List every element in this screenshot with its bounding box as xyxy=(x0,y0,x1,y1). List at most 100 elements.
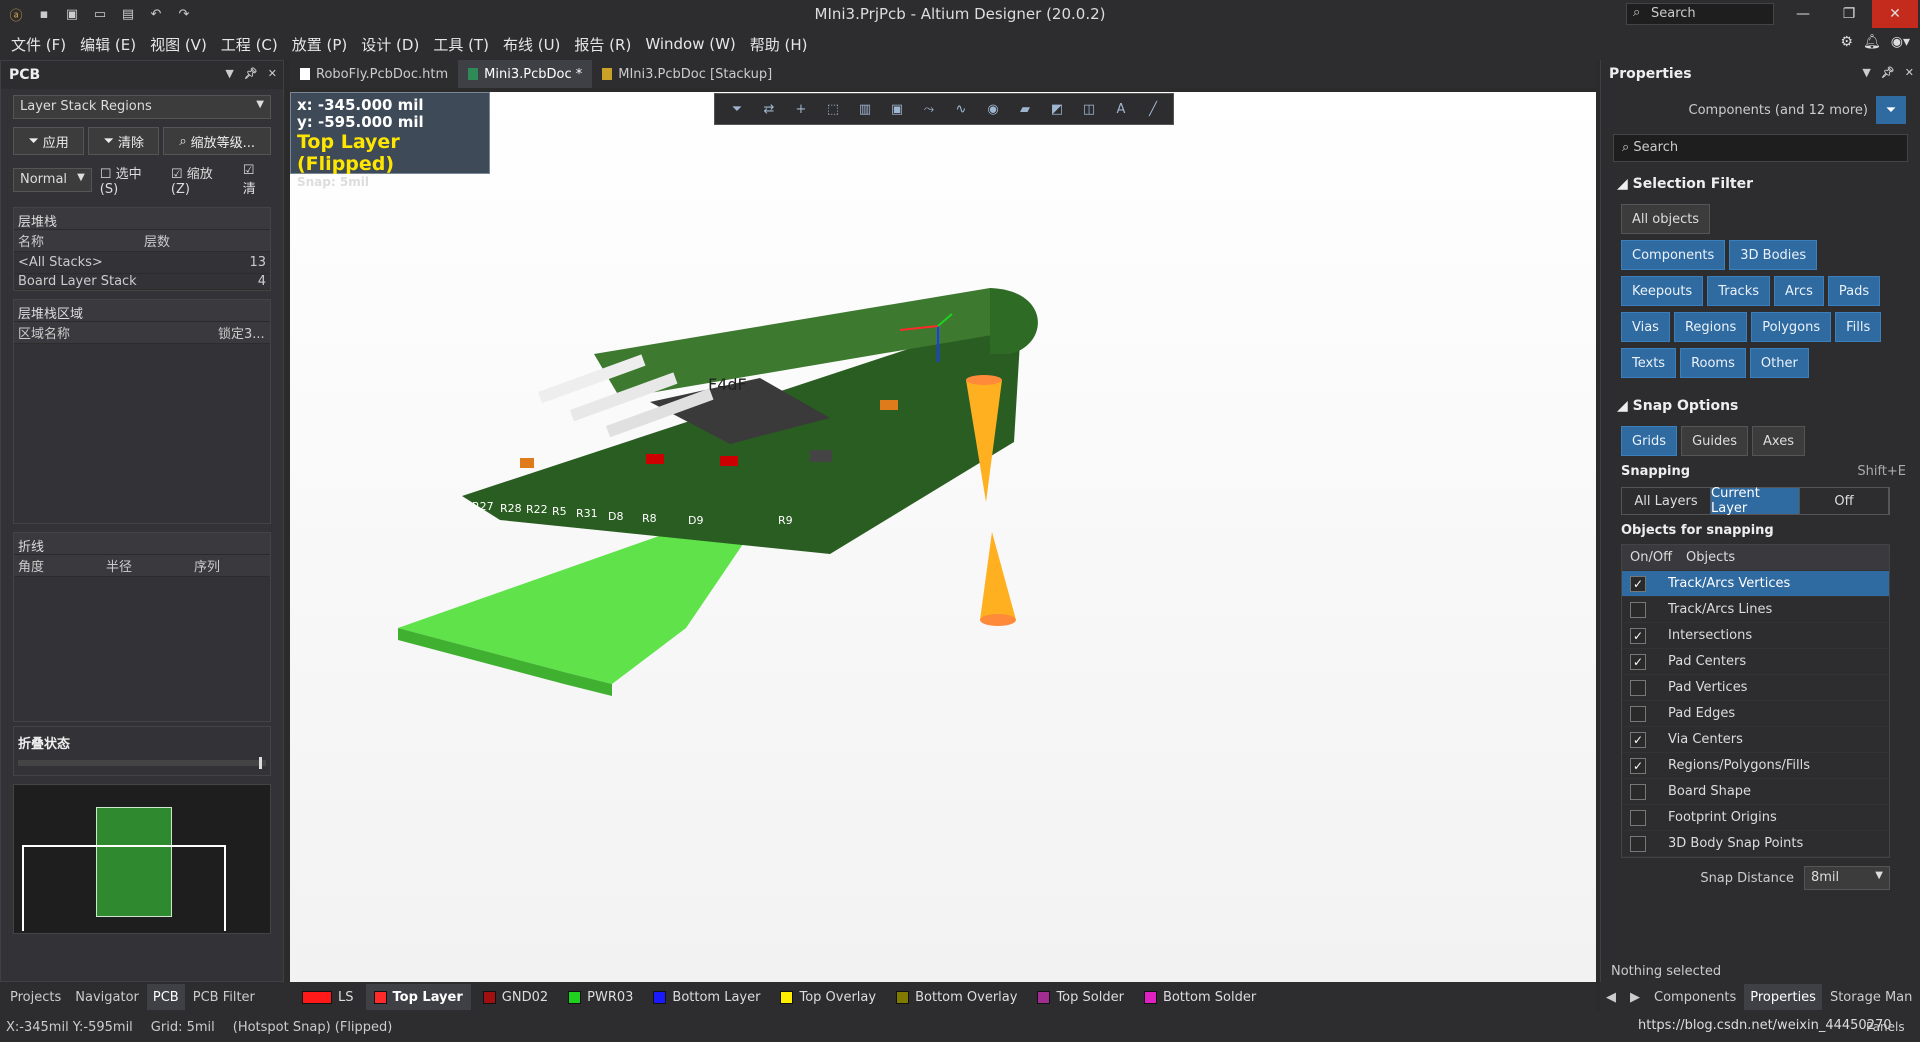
slider-handle[interactable] xyxy=(259,757,262,769)
filter-pads[interactable]: Pads xyxy=(1827,276,1881,306)
snap-checkbox[interactable]: ✓ xyxy=(1630,731,1646,748)
filter-vias[interactable]: Vias xyxy=(1621,312,1670,342)
tab-components[interactable]: Components xyxy=(1648,984,1742,1010)
snap-checkbox[interactable]: ✓ xyxy=(1630,653,1646,670)
snap-grids-button[interactable]: Grids xyxy=(1621,426,1678,456)
list-item[interactable]: ✓ Pad Centers xyxy=(1622,649,1889,675)
snap-all-layers[interactable]: All Layers xyxy=(1622,488,1711,514)
list-item[interactable]: Pad Edges xyxy=(1622,701,1889,727)
text-icon[interactable]: A xyxy=(1109,97,1133,121)
align-icon[interactable]: ▥ xyxy=(853,97,877,121)
snap-axes-button[interactable]: Axes xyxy=(1752,426,1805,456)
tab-mini3-pcbdoc[interactable]: Mini3.PcbDoc * xyxy=(458,60,593,88)
filter-tracks[interactable]: Tracks xyxy=(1707,276,1770,306)
list-item[interactable]: Track/Arcs Lines xyxy=(1622,597,1889,623)
panel-close-icon[interactable]: ✕ xyxy=(1905,66,1914,79)
dimension-icon[interactable]: ◫ xyxy=(1077,97,1101,121)
filter-fills[interactable]: Fills xyxy=(1835,312,1882,342)
list-item[interactable]: 3D Body Snap Points xyxy=(1622,831,1889,857)
diff-pair-icon[interactable]: ∿ xyxy=(949,97,973,121)
snap-options-section[interactable]: ◢ Snap Options xyxy=(1601,398,1920,414)
snap-checkbox[interactable] xyxy=(1630,783,1646,800)
pin-icon[interactable]: 📌︎ xyxy=(1881,66,1895,79)
panel-menu-icon[interactable]: ▼ xyxy=(1862,66,1870,79)
layer-tab-bottom-layer[interactable]: Bottom Layer xyxy=(645,984,768,1010)
account-icon[interactable]: ◉▾ xyxy=(1891,34,1910,50)
panel-close-icon[interactable]: ✕ xyxy=(268,67,277,80)
menu-help[interactable]: 帮助 (H) xyxy=(743,34,815,55)
filter-arcs[interactable]: Arcs xyxy=(1774,276,1824,306)
tab-properties[interactable]: Properties xyxy=(1744,984,1822,1010)
menu-view[interactable]: 视图 (V) xyxy=(143,34,214,55)
list-item[interactable]: ✓ Regions/Polygons/Fills xyxy=(1622,753,1889,779)
minimize-button[interactable]: — xyxy=(1780,0,1826,28)
zoom-level-button[interactable]: ⌕ 缩放等级... xyxy=(163,127,272,155)
layer-tab-bottom-overlay[interactable]: Bottom Overlay xyxy=(888,984,1025,1010)
zoom-checkbox[interactable]: ☑ 缩放 (Z) xyxy=(171,163,235,197)
col-on-off[interactable]: On/Off xyxy=(1622,550,1686,565)
line-icon[interactable]: ╱ xyxy=(1141,97,1165,121)
snap-off[interactable]: Off xyxy=(1800,488,1889,514)
tab-robofly-htm[interactable]: RoboFly.PcbDoc.htm xyxy=(290,60,458,88)
menu-design[interactable]: 设计 (D) xyxy=(354,34,426,55)
panel-menu-icon[interactable]: ▼ xyxy=(225,67,233,80)
layer-tab-top-overlay[interactable]: Top Overlay xyxy=(772,984,884,1010)
redo-icon[interactable]: ↷ xyxy=(174,4,194,24)
list-item[interactable]: Board Shape xyxy=(1622,779,1889,805)
snap-guides-button[interactable]: Guides xyxy=(1681,426,1749,456)
snap-checkbox[interactable] xyxy=(1630,705,1646,722)
save-all-icon[interactable]: ▣ xyxy=(62,4,82,24)
snap-checkbox[interactable]: ✓ xyxy=(1630,757,1646,774)
layer-tab-top-solder[interactable]: Top Solder xyxy=(1029,984,1131,1010)
tab-mini3-stackup[interactable]: MIni3.PcbDoc [Stackup] xyxy=(592,60,782,88)
layer-tab-pwr03[interactable]: PWR03 xyxy=(560,984,641,1010)
list-item[interactable]: ✓ Via Centers xyxy=(1622,727,1889,753)
snap-checkbox[interactable] xyxy=(1630,809,1646,826)
app-logo-icon[interactable]: ⓐ xyxy=(6,4,26,24)
select-rect-icon[interactable]: ⬚ xyxy=(821,97,845,121)
menu-route[interactable]: 布线 (U) xyxy=(496,34,567,55)
menu-file[interactable]: 文件 (F) xyxy=(4,34,73,55)
filter-rooms[interactable]: Rooms xyxy=(1680,348,1746,378)
interactive-route-icon[interactable]: ⤳ xyxy=(917,97,941,121)
view-rectangle[interactable] xyxy=(22,845,226,931)
tab-pcb-filter[interactable]: PCB Filter xyxy=(187,984,261,1010)
filter-texts[interactable]: Texts xyxy=(1621,348,1677,378)
bell-icon[interactable]: 🔔︎ xyxy=(1863,34,1881,50)
clear-checkbox[interactable]: ☑ 清 xyxy=(243,163,271,197)
selection-filter-icon[interactable]: ⏷ xyxy=(1876,96,1906,124)
tab-projects[interactable]: Projects xyxy=(4,984,67,1010)
gear-icon[interactable]: ⚙ xyxy=(1840,34,1853,50)
filter-regions[interactable]: Regions xyxy=(1673,312,1748,342)
layer-tab-top-layer[interactable]: Top Layer xyxy=(365,984,471,1010)
list-item[interactable]: ✓ Intersections xyxy=(1622,623,1889,649)
panels-button[interactable]: Panels xyxy=(1866,1020,1905,1034)
tab-storage-manager[interactable]: Storage Man xyxy=(1824,984,1918,1010)
snap-checkbox[interactable] xyxy=(1630,679,1646,696)
board-minimap[interactable] xyxy=(13,784,271,934)
col-layers[interactable]: 层数 xyxy=(140,231,270,250)
open-icon[interactable]: ▭ xyxy=(90,4,110,24)
mask-mode-select[interactable]: Normal ▼ xyxy=(13,168,92,192)
snap-checkbox[interactable]: ✓ xyxy=(1630,575,1646,592)
3d-viewport[interactable]: F4dF R27 R28 R22 R5 R31 D8 R8 D9 R9 x: -… xyxy=(290,92,1596,982)
table-row[interactable]: <All Stacks> 13 xyxy=(14,252,270,274)
fold-slider[interactable] xyxy=(18,757,266,769)
filter-keepouts[interactable]: Keepouts xyxy=(1621,276,1704,306)
snap-checkbox[interactable] xyxy=(1630,601,1646,618)
properties-search-input[interactable]: ⌕ Search xyxy=(1613,134,1908,162)
menu-tools[interactable]: 工具 (T) xyxy=(426,34,496,55)
col-name[interactable]: 名称 xyxy=(14,231,140,250)
list-item[interactable]: Pad Vertices xyxy=(1622,675,1889,701)
col-radius[interactable]: 半径 xyxy=(102,556,190,575)
via-icon[interactable]: ◉ xyxy=(981,97,1005,121)
global-search-input[interactable]: ⌕ Search xyxy=(1626,3,1774,25)
scroll-right-icon[interactable]: ▶ xyxy=(1624,984,1646,1010)
menu-window[interactable]: Window (W) xyxy=(638,35,742,53)
select-checkbox[interactable]: ☐ 选中 (S) xyxy=(100,163,163,197)
apply-button[interactable]: ⏷ 应用 xyxy=(13,127,85,155)
undo-icon[interactable]: ↶ xyxy=(146,4,166,24)
col-angle[interactable]: 角度 xyxy=(14,556,102,575)
tab-navigator[interactable]: Navigator xyxy=(69,984,145,1010)
list-item[interactable]: Footprint Origins xyxy=(1622,805,1889,831)
